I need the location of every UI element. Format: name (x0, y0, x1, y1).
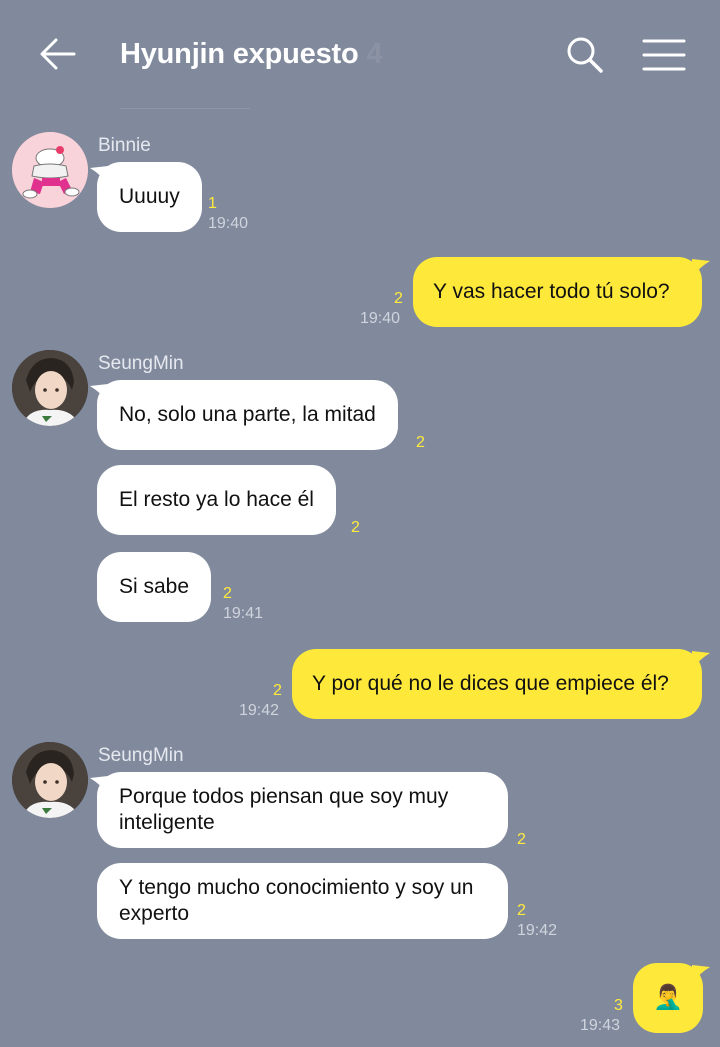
message-bubble[interactable]: Y vas hacer todo tú solo? (413, 257, 702, 327)
message-bubble[interactable]: Si sabe (97, 552, 212, 622)
message-bubble[interactable]: Porque todos piensan que soy muy intelig… (97, 772, 508, 848)
message-text: El resto ya lo hace él (119, 488, 314, 511)
unread-count: 2 (394, 290, 403, 307)
unread-count: 1 (208, 195, 217, 212)
chat-title-text: Hyunjin expuesto (120, 38, 359, 70)
unread-count: 2 (416, 434, 425, 451)
message-text: Y vas hacer todo tú solo? (433, 280, 670, 303)
message-bubble[interactable]: Y tengo mucho conocimiento y soy un expe… (97, 863, 508, 939)
unread-count: 2 (351, 519, 360, 536)
message-time: 19:42 (239, 702, 280, 719)
menu-icon[interactable] (642, 38, 686, 72)
message-bubble[interactable]: No, solo una parte, la mitad (97, 380, 398, 450)
unread-count: 2 (517, 831, 526, 848)
sender-name: SeungMin (98, 353, 184, 374)
search-icon[interactable] (564, 34, 604, 74)
header-divider (120, 108, 250, 109)
message-text: No, solo una parte, la mitad (119, 403, 376, 426)
bubble-tail (692, 965, 710, 983)
message-text: Si sabe (119, 575, 190, 598)
sender-name: SeungMin (98, 745, 184, 766)
message-text-line: experto (119, 902, 190, 925)
member-count: 4 (366, 38, 383, 70)
unread-count: 2 (273, 682, 282, 699)
avatar-seungmin[interactable] (12, 350, 88, 426)
message-bubble[interactable]: El resto ya lo hace él (97, 465, 336, 535)
message-time: 19:40 (360, 310, 401, 327)
unread-count: 2 (223, 585, 232, 602)
message-text-line: inteligente (119, 811, 215, 834)
message-text: Y por qué no le dices que empiece él? (312, 672, 669, 695)
message-time: 19:43 (580, 1017, 621, 1034)
message-time: 19:40 (208, 215, 249, 232)
back-arrow-icon[interactable] (38, 36, 78, 72)
message-time: 19:42 (517, 922, 558, 939)
facepalm-emoji: 🤦‍♂️ (653, 984, 683, 1011)
avatar-seungmin[interactable] (12, 742, 88, 818)
message-text-line: Y tengo mucho conocimiento y soy un (119, 876, 474, 899)
message-bubble[interactable]: Uuuuy (97, 162, 202, 232)
unread-count: 3 (614, 997, 623, 1014)
message-bubble[interactable]: Y por qué no le dices que empiece él? (292, 649, 702, 719)
message-text: Uuuuy (119, 185, 180, 208)
chat-title: Hyunjin expuesto 4 (120, 38, 383, 71)
unread-count: 2 (517, 902, 526, 919)
message-text-line: Porque todos piensan que soy muy (119, 785, 449, 808)
message-time: 19:41 (223, 605, 264, 622)
avatar-binnie[interactable] (12, 132, 88, 208)
chat-header: Hyunjin expuesto 4 (0, 0, 720, 110)
sender-name: Binnie (98, 135, 151, 156)
bubble-tail (692, 259, 710, 277)
bubble-tail (692, 651, 710, 669)
